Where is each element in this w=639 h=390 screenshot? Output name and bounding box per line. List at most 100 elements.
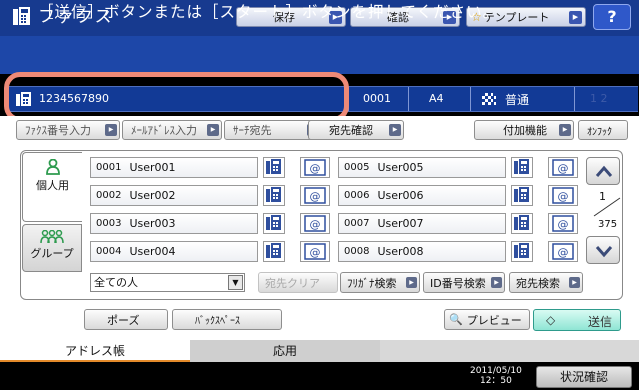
tab-application[interactable]: 応用 <box>190 340 380 362</box>
entry-id: 0005 <box>344 162 370 173</box>
tab-personal[interactable]: 個人用 <box>22 152 82 222</box>
address-entry[interactable]: 0005 User005 <box>338 157 506 178</box>
tab-address-book[interactable]: アドレス帳 <box>0 340 190 362</box>
id-search-label: ID番号検索 <box>430 276 486 290</box>
svg-text:@: @ <box>558 246 569 259</box>
send-label: 送信 <box>588 315 613 329</box>
onhook-button[interactable]: ｵﾝﾌｯｸ <box>578 120 628 140</box>
fax-icon[interactable] <box>263 157 285 178</box>
scroll-up-button[interactable] <box>586 157 620 185</box>
scroll-down-button[interactable] <box>586 236 620 264</box>
kana-search-button[interactable]: ﾌﾘｶﾞﾅ検索 ▶ <box>340 272 420 293</box>
chevron-down-icon <box>595 246 613 258</box>
svg-text:@: @ <box>310 162 321 175</box>
svg-text:@: @ <box>558 218 569 231</box>
clear-destination-label: 宛先クリア <box>265 276 320 290</box>
clear-destination-button[interactable]: 宛先クリア <box>258 272 338 293</box>
fax-number-input-label: ﾌｧｸｽ番号入力 <box>25 124 91 137</box>
fax-icon[interactable] <box>263 185 285 206</box>
fax-icon[interactable] <box>511 185 533 206</box>
resolution-mode: 普通 <box>505 93 530 107</box>
entry-id: 0007 <box>344 218 370 229</box>
address-entry[interactable]: 0001 User001 <box>90 157 258 178</box>
address-entry[interactable]: 0002 User002 <box>90 185 258 206</box>
email-icon[interactable]: @ <box>300 185 330 206</box>
entry-id: 0008 <box>344 246 370 257</box>
divider <box>574 87 575 111</box>
destination-search-button[interactable]: 宛先検索 ▶ <box>509 272 583 293</box>
destination-confirm-button[interactable]: 宛先確認 ▶ <box>308 120 404 140</box>
date-text: 2011/05/10 <box>470 366 522 376</box>
chevron-right-icon: ▶ <box>491 277 502 288</box>
email-icon[interactable]: @ <box>548 213 578 234</box>
send-button[interactable]: ◇ 送信 <box>533 309 621 331</box>
group-icon <box>40 230 64 244</box>
extra-functions-button[interactable]: 付加機能 ▶ <box>474 120 574 140</box>
chevron-right-icon: ▶ <box>559 124 571 136</box>
entry-name: User002 <box>129 189 176 202</box>
address-entry[interactable]: 0003 User003 <box>90 213 258 234</box>
chevron-right-icon: ▶ <box>105 124 117 136</box>
email-icon[interactable]: @ <box>548 185 578 206</box>
email-icon[interactable]: @ <box>300 213 330 234</box>
destination-search-label: 宛先検索 <box>516 276 560 290</box>
person-icon <box>45 159 60 175</box>
send-icon: ◇ <box>546 313 556 327</box>
kana-search-label: ﾌﾘｶﾞﾅ検索 <box>347 276 397 290</box>
email-icon[interactable]: @ <box>548 157 578 178</box>
fax-icon[interactable] <box>511 241 533 262</box>
paper-size: A4 <box>429 92 444 105</box>
tab-group-label: グループ <box>30 247 74 260</box>
chevron-right-icon: ▶ <box>406 277 417 288</box>
entry-name: User003 <box>129 217 176 230</box>
address-entry[interactable]: 0007 User007 <box>338 213 506 234</box>
svg-text:@: @ <box>310 246 321 259</box>
tab-group[interactable]: グループ <box>22 224 82 272</box>
preview-label: プレビュー <box>466 313 522 327</box>
entry-id: 0003 <box>96 218 122 229</box>
fax-number-input-button[interactable]: ﾌｧｸｽ番号入力 ▶ <box>16 120 120 140</box>
filter-select[interactable]: 全ての人 ▼ <box>90 273 245 292</box>
fax-icon[interactable] <box>263 213 285 234</box>
extra-functions-label: 付加機能 <box>503 124 547 137</box>
pause-button[interactable]: ポーズ <box>84 309 168 330</box>
tab-personal-label: 個人用 <box>36 179 69 192</box>
entry-id: 0001 <box>96 162 122 173</box>
page-total: 375 <box>598 219 618 230</box>
message-bar <box>0 36 639 74</box>
email-icon[interactable]: @ <box>300 241 330 262</box>
entry-name: User008 <box>377 245 424 258</box>
email-input-button[interactable]: ﾒｰﾙｱﾄﾞﾚｽ入力 ▶ <box>122 120 222 140</box>
fax-icon[interactable] <box>511 213 533 234</box>
datetime-display: 2011/05/10 12：50 <box>470 366 522 386</box>
backspace-button[interactable]: ﾊﾞｯｸｽﾍﾟｰｽ <box>172 309 282 330</box>
svg-text:@: @ <box>558 162 569 175</box>
destination-count: 0001 <box>363 92 391 105</box>
fax-icon[interactable] <box>263 241 285 262</box>
help-button[interactable]: ? <box>593 4 631 30</box>
entry-name: User001 <box>129 161 176 174</box>
id-search-button[interactable]: ID番号検索 ▶ <box>423 272 505 293</box>
line-indicator: 1 2 <box>590 92 608 105</box>
address-entry[interactable]: 0004 User004 <box>90 241 258 262</box>
status-confirm-button[interactable]: 状況確認 <box>536 366 632 388</box>
fax-icon[interactable] <box>511 157 533 178</box>
entry-name: User006 <box>377 189 424 202</box>
pause-label: ポーズ <box>107 313 140 327</box>
address-entry[interactable]: 0008 User008 <box>338 241 506 262</box>
email-icon[interactable]: @ <box>548 241 578 262</box>
highlight-ring <box>4 72 349 122</box>
chevron-right-icon: ▶ <box>207 124 219 136</box>
entry-name: User005 <box>377 161 424 174</box>
svg-text:@: @ <box>310 218 321 231</box>
filter-value: 全ての人 <box>94 276 138 289</box>
entry-id: 0006 <box>344 190 370 201</box>
entry-id: 0004 <box>96 246 122 257</box>
onhook-label: ｵﾝﾌｯｸ <box>587 126 612 138</box>
chevron-right-icon: ▶ <box>569 277 580 288</box>
preview-button[interactable]: 🔍 プレビュー <box>444 309 530 330</box>
resolution-icon <box>482 93 496 105</box>
address-entry[interactable]: 0006 User006 <box>338 185 506 206</box>
email-icon[interactable]: @ <box>300 157 330 178</box>
svg-text:@: @ <box>558 190 569 203</box>
